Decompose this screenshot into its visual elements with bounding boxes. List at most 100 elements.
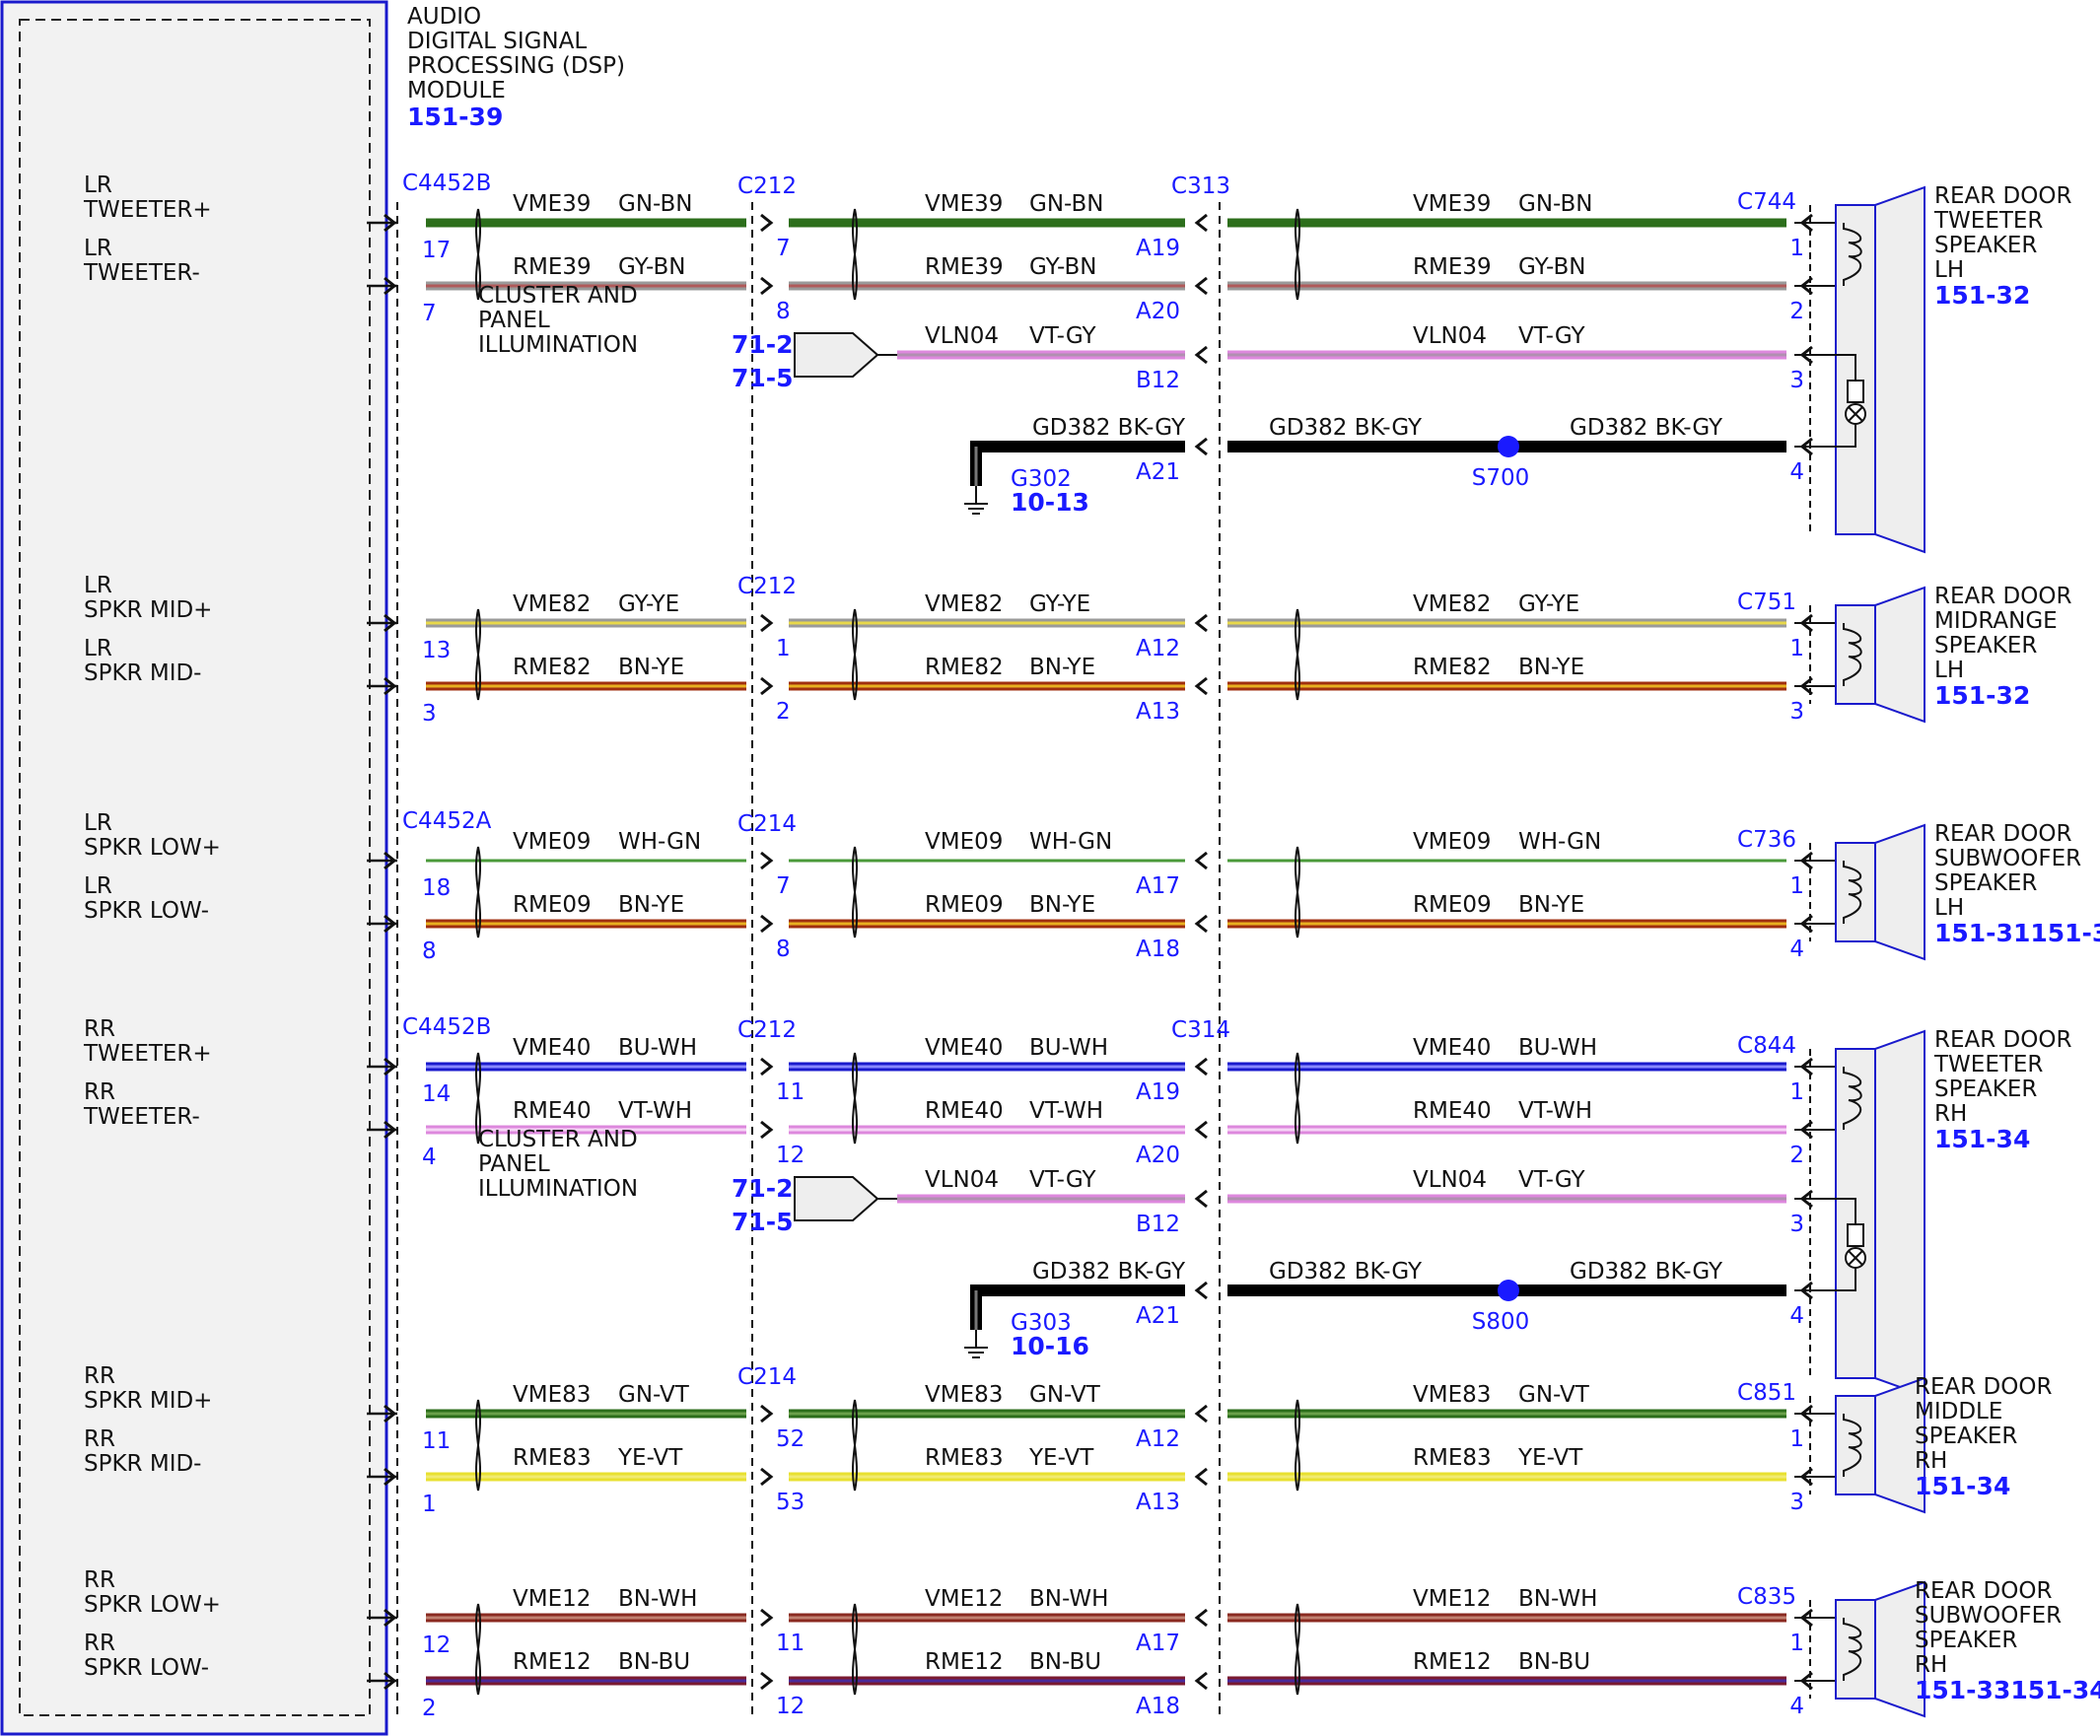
pin-label: SPKR MID-	[84, 1451, 201, 1477]
speaker-ref-link[interactable]: 151-33151-34	[1915, 1676, 2100, 1704]
pin-arrow	[1194, 1467, 1208, 1487]
pin-label: SPKR LOW+	[84, 835, 221, 861]
speaker-name: REAR DOOR	[1934, 183, 2071, 209]
wire-segment-stripe	[789, 221, 1185, 225]
illum-ref-link[interactable]: 71-5	[732, 364, 794, 392]
wire-color-label: GY-BN	[1029, 254, 1096, 280]
pin-number: 1	[1789, 873, 1804, 899]
pin-number: 1	[1789, 1079, 1804, 1105]
connector-name[interactable]: C212	[737, 174, 797, 199]
connector-name[interactable]: C212	[737, 574, 797, 599]
pin-label: TWEETER+	[83, 1041, 212, 1067]
illum-ref-link[interactable]: 71-2	[732, 1174, 794, 1203]
pin-number: 4	[1789, 937, 1804, 962]
wire-segment-stripe	[1227, 1128, 1786, 1132]
splice-name: S700	[1472, 465, 1530, 491]
wire-segment-stripe	[1227, 1412, 1786, 1416]
connector-name[interactable]: C736	[1737, 827, 1796, 853]
pin-number: A17	[1136, 1631, 1180, 1656]
module-title: AUDIO DIGITAL SIGNAL PROCESSING (DSP) MO…	[407, 4, 625, 131]
speaker-cone	[1874, 823, 1925, 961]
speaker-ref-link[interactable]: 151-31151-32	[1934, 919, 2100, 947]
module-title-line: MODULE	[407, 78, 506, 104]
pin-arrow	[1194, 613, 1208, 633]
wire-color-label: WH-GN	[1518, 829, 1601, 855]
wire-label: GD382 BK-GY	[1570, 415, 1723, 441]
pin-arrow	[760, 613, 774, 633]
connector-name[interactable]: C314	[1171, 1017, 1230, 1043]
connector-name[interactable]: C744	[1737, 189, 1796, 215]
wire-circuit-label: VME83	[1413, 1382, 1491, 1408]
connector-name[interactable]: C4452A	[402, 808, 492, 834]
connector-name[interactable]: C214	[737, 1364, 797, 1390]
wire-color-label: BN-BU	[618, 1649, 690, 1675]
pin-number: A21	[1136, 459, 1180, 485]
pin-number: 7	[776, 236, 791, 261]
pin-arrow	[1194, 914, 1208, 934]
pin-number: 7	[422, 301, 437, 326]
wire-segment-stripe	[897, 353, 1185, 357]
connector-name[interactable]: C212	[737, 1017, 797, 1043]
wire-circuit-label: VME40	[1413, 1035, 1491, 1061]
speaker-ref-link[interactable]: 151-32	[1934, 681, 2030, 710]
wire-color-label: WH-GN	[1029, 829, 1112, 855]
ground-ref-link[interactable]: 10-16	[1011, 1332, 1089, 1360]
wire-color-label: BN-WH	[618, 1586, 697, 1612]
pin-number: A18	[1136, 937, 1180, 962]
wire-circuit-label: VLN04	[925, 323, 999, 349]
illum-label: PANEL	[478, 1151, 550, 1177]
wire-circuit-label: VME83	[925, 1382, 1003, 1408]
wire-color-label: BU-WH	[618, 1035, 697, 1061]
pin-arrow	[1194, 1671, 1208, 1691]
illum-ref-link[interactable]: 71-2	[732, 330, 794, 359]
speaker-name: SUBWOOFER	[1915, 1603, 2062, 1629]
pin-number: 8	[422, 938, 437, 964]
connector-name[interactable]: C835	[1737, 1584, 1796, 1610]
wire-color-label: VT-WH	[1029, 1098, 1103, 1124]
speaker-name: SPEAKER	[1915, 1424, 2017, 1449]
connector-name[interactable]: C751	[1737, 590, 1796, 615]
splice-name: S800	[1472, 1309, 1530, 1335]
speaker-ref-link[interactable]: 151-34	[1915, 1472, 2010, 1500]
speaker-ref-link[interactable]: 151-34	[1934, 1125, 2030, 1153]
illum-ref-link[interactable]: 71-5	[732, 1208, 794, 1236]
wire-color-label: YE-VT	[1517, 1445, 1583, 1471]
pin-number: 12	[422, 1632, 451, 1658]
wire-circuit-label: RME12	[513, 1649, 592, 1675]
speaker-ref-link[interactable]: 151-32	[1934, 281, 2030, 310]
speaker-name: LH	[1934, 895, 1964, 921]
wire-circuit-label: VLN04	[925, 1167, 999, 1193]
wire-color-label: BN-YE	[1518, 892, 1584, 918]
pin-arrow	[1194, 676, 1208, 696]
wire-circuit-label: RME40	[1413, 1098, 1492, 1124]
pin-number: 1	[1789, 636, 1804, 661]
wire-circuit-label: VME40	[925, 1035, 1003, 1061]
wire-circuit-label: VME12	[513, 1586, 591, 1612]
speaker-name: MIDRANGE	[1934, 608, 2058, 634]
pin-arrow	[760, 851, 774, 870]
illum-label: ILLUMINATION	[478, 1176, 638, 1202]
pin-label: RR	[84, 1631, 115, 1656]
pin-number: 53	[776, 1490, 805, 1515]
module-ref-link[interactable]: 151-39	[407, 103, 503, 131]
speaker-name: REAR DOOR	[1934, 821, 2071, 847]
wire-circuit-label: VME39	[1413, 191, 1491, 217]
speaker-symbol	[1809, 823, 1925, 961]
wire-circuit-label: VME09	[513, 829, 591, 855]
wire-color-label: VT-GY	[1518, 323, 1585, 349]
wire-circuit-label: RME09	[925, 892, 1004, 918]
connector-name[interactable]: C4452B	[402, 1014, 491, 1040]
connector-name[interactable]: C4452B	[402, 171, 491, 196]
pin-number: A13	[1136, 699, 1180, 725]
pin-number: A18	[1136, 1694, 1180, 1719]
ground-ref-link[interactable]: 10-13	[1011, 488, 1089, 517]
pin-number: 2	[1789, 1143, 1804, 1168]
pin-label: SPKR MID-	[84, 660, 201, 686]
connector-name[interactable]: C851	[1737, 1380, 1796, 1406]
connector-name[interactable]: C844	[1737, 1033, 1796, 1059]
pin-number: A21	[1136, 1303, 1180, 1329]
pin-number: B12	[1136, 1212, 1180, 1237]
speaker-symbol	[1809, 586, 1925, 724]
connector-name[interactable]: C214	[737, 811, 797, 837]
connector-name[interactable]: C313	[1171, 174, 1230, 199]
